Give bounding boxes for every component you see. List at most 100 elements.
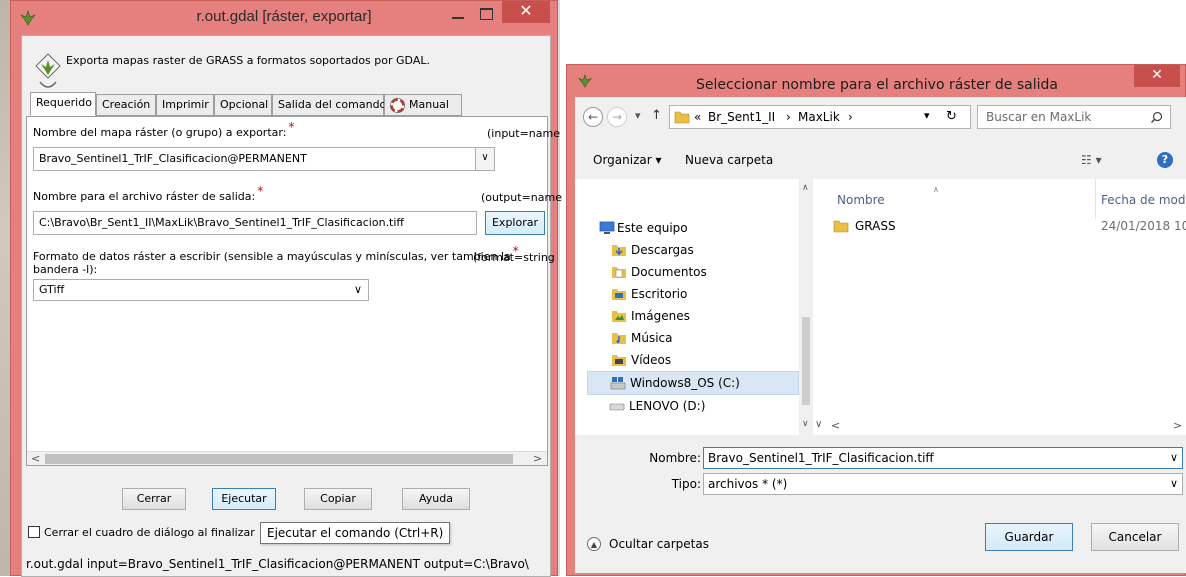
nav-label: Windows8_OS (C:) (630, 376, 740, 390)
scroll-left-arrow[interactable]: < (31, 452, 40, 465)
output-file-input[interactable]: C:\Bravo\Br_Sent1_II\MaxLik\Bravo_Sentin… (33, 211, 477, 235)
horizontal-scroll-thumb[interactable] (45, 454, 513, 464)
format-label-flag: bandera -l): (33, 263, 98, 276)
new-folder-button[interactable]: Nueva carpeta (685, 153, 773, 167)
breadcrumb-maxlik[interactable]: MaxLik (798, 110, 840, 124)
file-date: 24/01/2018 10:0 (1101, 219, 1186, 233)
dialog-close-button[interactable]: ✕ (1134, 65, 1180, 87)
help-icon[interactable]: ? (1157, 152, 1173, 168)
list-item[interactable]: GRASS 24/01/2018 10:0 (833, 215, 1186, 237)
chevron-down-icon[interactable]: ∨ (802, 419, 809, 429)
filename-input[interactable]: Bravo_Sentinel1_TrIF_Clasificacion.tiff … (703, 447, 1183, 469)
grass-logo-icon (35, 53, 61, 88)
minimize-button[interactable] (446, 5, 470, 23)
desktop-folder-icon (612, 289, 626, 300)
format-key-label: (format=string (473, 251, 555, 264)
breadcrumb-separator[interactable]: › (786, 110, 791, 124)
nav-item-imagenes[interactable]: Imágenes (575, 305, 797, 327)
tab-salida-del-comando[interactable]: Salida del comando (272, 94, 386, 116)
input-map-label: Nombre del mapa ráster (o grupo) a expor… (33, 120, 295, 139)
drive-c-icon (610, 377, 626, 390)
file-name: GRASS (855, 219, 896, 233)
nav-label: Imágenes (631, 309, 690, 323)
tab-creacion[interactable]: Creación (96, 94, 156, 116)
view-options-icon[interactable]: ☷ ▾ (1081, 153, 1102, 167)
tab-requerido[interactable]: Requerido (30, 92, 96, 116)
title-bar[interactable]: r.out.gdal [ráster, exportar] ✕ (11, 1, 557, 35)
browse-button[interactable]: Explorar (485, 211, 545, 235)
nav-vertical-scrollbar[interactable]: ∧ ∨ (799, 179, 813, 435)
save-button[interactable]: Guardar (985, 523, 1073, 551)
nav-label: Este equipo (617, 221, 688, 235)
breadcrumb-overflow[interactable]: « (694, 110, 701, 124)
search-icon (1150, 111, 1163, 124)
cerrar-button[interactable]: Cerrar (122, 488, 186, 510)
chevron-down-icon[interactable]: ∨ (475, 148, 494, 170)
chevron-up-icon[interactable]: ∧ (802, 183, 809, 193)
computer-icon (599, 221, 615, 234)
lifebuoy-icon (390, 98, 405, 113)
file-type-select[interactable]: archivos * (*) ∨ (703, 473, 1183, 495)
videos-folder-icon (612, 355, 626, 366)
column-header-name[interactable]: Nombre (837, 193, 885, 207)
chevron-up-icon[interactable]: ▲ (587, 537, 601, 551)
close-button[interactable]: ✕ (502, 1, 550, 23)
tab-opcional[interactable]: Opcional (214, 94, 272, 116)
folder-icon (833, 220, 849, 233)
output-key-label: (output=name (481, 191, 562, 204)
dialog-footer: ▲ Ocultar carpetas Guardar Cancelar (575, 515, 1186, 573)
input-map-combo[interactable]: Bravo_Sentinel1_TrIF_Clasificacion@PERMA… (33, 147, 495, 171)
nav-item-este-equipo[interactable]: Este equipo (575, 217, 797, 239)
scroll-left-arrow[interactable]: < (831, 419, 840, 432)
ayuda-button[interactable]: Ayuda (402, 488, 470, 510)
hide-folders-button[interactable]: Ocultar carpetas (609, 537, 709, 551)
type-label: Tipo: (671, 477, 701, 491)
music-folder-icon (612, 333, 626, 344)
window-client-area: Exporta mapas raster de GRASS a formatos… (21, 35, 562, 577)
file-list-horizontal-scrollbar[interactable]: ∨ < > (813, 417, 1186, 435)
refresh-icon[interactable]: ↻ (946, 109, 957, 124)
forward-button[interactable]: → (607, 107, 627, 127)
copiar-button[interactable]: Copiar (304, 488, 372, 510)
recent-locations-dropdown[interactable]: ▾ (635, 109, 641, 122)
chevron-down-icon[interactable]: ∨ (1170, 451, 1178, 464)
back-button[interactable]: ← (583, 107, 603, 127)
chevron-down-icon[interactable]: ∨ (815, 419, 822, 430)
tab-imprimir[interactable]: Imprimir (156, 94, 214, 116)
nav-item-descargas[interactable]: Descargas (575, 239, 797, 261)
chevron-down-icon[interactable]: ▾ (924, 109, 930, 122)
dialog-title-bar[interactable]: Seleccionar nombre para el archivo ráste… (567, 65, 1186, 97)
nav-item-musica[interactable]: Música (575, 327, 797, 349)
organize-button[interactable]: Organizar ▾ (593, 153, 662, 167)
documents-folder-icon (612, 267, 626, 278)
module-description: Exporta mapas raster de GRASS a formatos… (66, 54, 430, 67)
nav-label: Escritorio (631, 287, 688, 301)
nav-item-videos[interactable]: Vídeos (575, 349, 797, 371)
horizontal-scrollbar[interactable]: < > (27, 451, 547, 465)
scroll-right-arrow[interactable]: > (533, 452, 542, 465)
address-bar[interactable]: « Br_Sent1_II › MaxLik › ▾ ↻ (669, 105, 971, 129)
nav-item-lenovo[interactable]: LENOVO (D:) (575, 395, 797, 417)
column-header-date[interactable]: Fecha de modifi (1101, 193, 1186, 207)
format-select[interactable]: GTiff ∨ (33, 279, 369, 301)
cancel-button[interactable]: Cancelar (1091, 523, 1179, 551)
close-on-finish-checkbox[interactable] (28, 526, 40, 538)
breadcrumb-separator[interactable]: › (848, 110, 853, 124)
drive-d-icon (609, 403, 625, 411)
output-file-label: Nombre para el archivo ráster de salida:… (33, 184, 264, 203)
scroll-right-arrow[interactable]: > (1173, 419, 1182, 432)
up-button[interactable]: ↑ (651, 108, 662, 123)
breadcrumb-br-sent1-ii[interactable]: Br_Sent1_II (708, 110, 775, 124)
tab-manual[interactable]: Manual (384, 94, 462, 116)
nav-item-escritorio[interactable]: Escritorio (575, 283, 797, 305)
maximize-button[interactable] (474, 5, 498, 23)
file-list: Nombre ∧ Fecha de modifi GRASS 24/01/201… (813, 179, 1186, 435)
grass-module-window: r.out.gdal [ráster, exportar] ✕ Exporta … (10, 0, 562, 577)
nav-label: LENOVO (D:) (629, 399, 706, 413)
nav-scroll-thumb[interactable] (802, 317, 810, 405)
ejecutar-button[interactable]: Ejecutar (212, 488, 276, 510)
nav-item-documentos[interactable]: Documentos (575, 261, 797, 283)
nav-item-windows8-os[interactable]: Windows8_OS (C:) (587, 371, 799, 395)
nav-label: Música (631, 331, 673, 345)
search-input[interactable]: Buscar en MaxLik (977, 105, 1171, 129)
